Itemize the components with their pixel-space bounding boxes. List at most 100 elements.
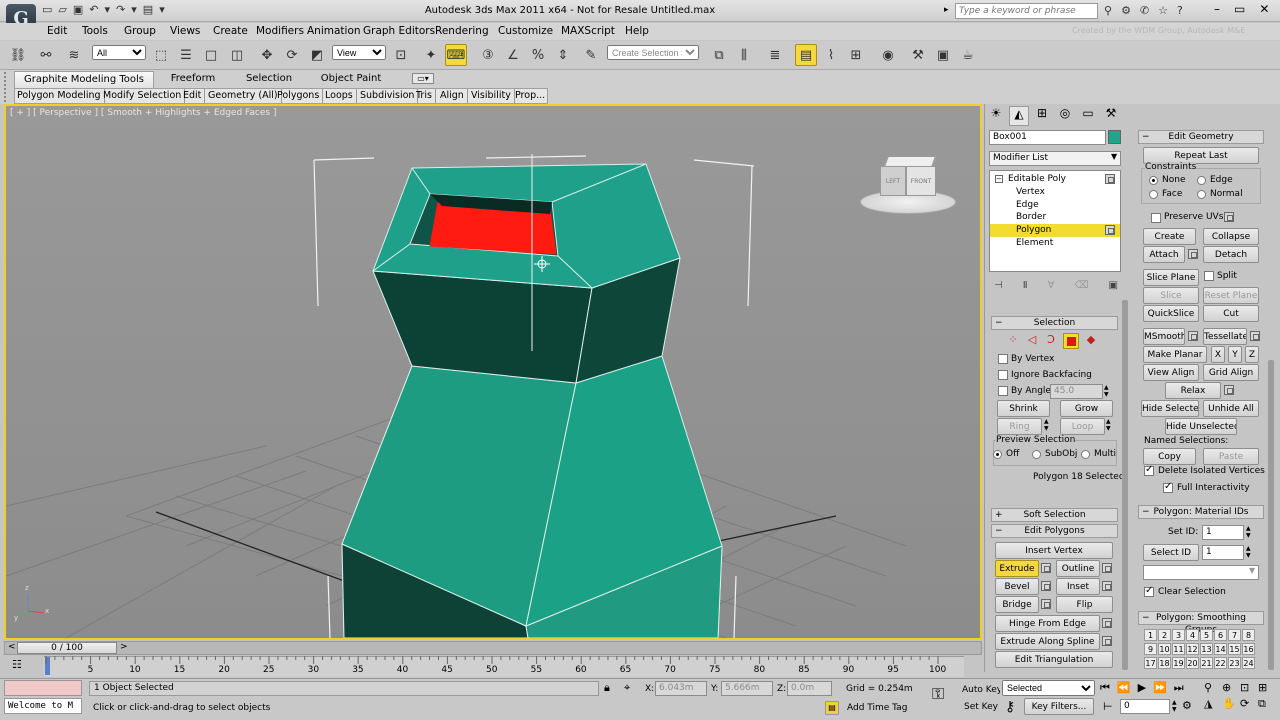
prev-frame-icon[interactable]: ⏪ (1117, 681, 1131, 695)
ring-button[interactable]: Ring (997, 418, 1042, 435)
hide-selected-button[interactable]: Hide Selected (1141, 400, 1199, 417)
time-slider-prev-icon[interactable]: < (8, 642, 16, 652)
stack-root-toggle[interactable] (1105, 174, 1115, 184)
undo-icon[interactable]: ↶ (89, 3, 98, 19)
menu-create[interactable]: Create (213, 25, 248, 37)
sg-button[interactable]: 22 (1214, 657, 1227, 669)
tessellate-settings-icon[interactable] (1250, 331, 1260, 341)
planar-z-button[interactable]: Z (1245, 346, 1259, 363)
material-name-dropdown[interactable] (1143, 565, 1259, 580)
menu-maxscript[interactable]: MAXScript (561, 25, 615, 37)
by-vertex-checkbox[interactable] (998, 354, 1008, 364)
select-id-spinner[interactable]: ▲ ▼ (1246, 545, 1251, 559)
sg-button[interactable]: 14 (1214, 643, 1227, 655)
maxscript-listener-pink[interactable] (4, 680, 82, 696)
remove-modifier-icon[interactable]: ⌫ (1074, 280, 1088, 291)
undo-dropdown-icon[interactable]: ▾ (105, 3, 111, 19)
scale-icon[interactable]: ◩ (306, 44, 328, 66)
schematic-view-icon[interactable]: ⊞ (845, 44, 867, 66)
loop-button[interactable]: Loop (1060, 418, 1105, 435)
pin-stack-icon[interactable]: ⊣ (994, 280, 1003, 291)
grid-align-button[interactable]: Grid Align (1203, 364, 1259, 381)
preview-multi-radio[interactable] (1081, 450, 1090, 459)
flip-button[interactable]: Flip (1056, 596, 1113, 613)
angle-spinner[interactable]: ▲ ▼ (1104, 384, 1109, 398)
sg-button[interactable]: 1 (1144, 629, 1157, 641)
reference-coordinate-select[interactable]: View (332, 45, 386, 60)
zoom-extents-all-icon[interactable]: ⊞ (1258, 681, 1276, 694)
select-id-field[interactable]: 1 (1202, 545, 1244, 560)
msmooth-settings-icon[interactable] (1188, 331, 1198, 341)
help-icon[interactable]: ? (1177, 4, 1183, 17)
current-frame-field[interactable]: 0 (1120, 699, 1170, 714)
viewcube-front-face[interactable]: FRONT (906, 166, 936, 196)
edit-triangulation-button[interactable]: Edit Triangulation (995, 651, 1113, 668)
quickslice-button[interactable]: QuickSlice (1143, 305, 1199, 322)
project-folder-icon[interactable]: ▤ (143, 3, 153, 19)
loop-spinner[interactable]: ▲ ▼ (1106, 418, 1111, 432)
ring-spinner[interactable]: ▲ ▼ (1044, 418, 1049, 432)
sg-button[interactable]: 13 (1200, 643, 1213, 655)
key-icon[interactable]: ⚿ (932, 684, 944, 704)
rotate-icon[interactable]: ⟳ (281, 44, 303, 66)
insert-vertex-button[interactable]: Insert Vertex (995, 542, 1113, 559)
menu-group[interactable]: Group (124, 25, 156, 37)
make-unique-icon[interactable]: ∀ (1048, 280, 1055, 291)
edit-polygons-rollout-header[interactable]: − Edit Polygons (991, 524, 1118, 538)
polygon-mode-icon[interactable] (1063, 333, 1079, 349)
edit-named-selection-icon[interactable]: ✎ (580, 44, 602, 66)
set-key-button[interactable]: Set Key (961, 698, 1001, 715)
select-id-button[interactable]: Select ID (1143, 544, 1199, 561)
layer-manager-icon[interactable]: ≣ (764, 44, 786, 66)
reset-plane-button[interactable]: Reset Plane (1203, 287, 1259, 304)
detach-button[interactable]: Detach (1203, 246, 1259, 263)
orbit-icon[interactable]: ⟳ (1240, 697, 1258, 711)
set-key-large-icon[interactable]: ⚷ (1005, 699, 1015, 715)
select-object-icon[interactable]: ⬚ (150, 44, 172, 66)
sg-button[interactable]: 24 (1242, 657, 1255, 669)
extrude-settings-icon[interactable] (1041, 563, 1051, 573)
create-tab-icon[interactable]: ☀ (986, 106, 1006, 126)
sg-button[interactable]: 12 (1186, 643, 1199, 655)
sg-button[interactable]: 9 (1144, 643, 1157, 655)
shrink-button[interactable]: Shrink (997, 400, 1050, 417)
sg-button[interactable]: 6 (1214, 629, 1227, 641)
y-coordinate-field[interactable]: 5.666m (721, 681, 773, 696)
menu-customize[interactable]: Customize (498, 25, 553, 37)
zoom-all-icon[interactable]: ⊕ (1222, 681, 1240, 694)
preserve-uvs-checkbox[interactable] (1151, 213, 1161, 223)
ignore-backfacing-checkbox[interactable] (998, 370, 1008, 380)
outline-button[interactable]: Outline (1056, 560, 1100, 577)
render-production-icon[interactable]: ☕ (957, 44, 979, 66)
constraint-edge-radio[interactable] (1197, 176, 1206, 185)
by-angle-checkbox[interactable] (998, 386, 1008, 396)
bind-spacewarp-icon[interactable]: ≋ (63, 44, 85, 66)
paste-button[interactable]: Paste (1203, 448, 1259, 465)
tab-freeform[interactable]: Freeform (160, 71, 226, 88)
preview-subobj-radio[interactable] (1032, 450, 1041, 459)
auto-key-button[interactable]: Auto Key (961, 681, 1001, 698)
hide-unselected-button[interactable]: Hide Unselected (1165, 418, 1237, 435)
maximize-icon[interactable]: ▭ (1234, 2, 1245, 16)
menu-animation[interactable]: Animation (307, 25, 361, 37)
border-mode-icon[interactable]: Ↄ (1044, 333, 1058, 349)
subtab-properties[interactable]: Prop... (512, 89, 548, 103)
menu-graph-editors[interactable]: Graph Editors (363, 25, 435, 37)
next-frame-icon[interactable]: ⏩ (1153, 681, 1167, 695)
hinge-settings-icon[interactable] (1102, 618, 1112, 628)
tessellate-button[interactable]: Tessellate (1203, 328, 1247, 345)
menu-rendering[interactable]: Rendering (435, 25, 489, 37)
edge-mode-icon[interactable]: ◁ (1025, 333, 1039, 349)
subtab-polygons[interactable]: Polygons (274, 89, 324, 103)
sg-button[interactable]: 16 (1242, 643, 1255, 655)
time-tag-icon[interactable]: ▤ (825, 701, 839, 715)
menu-edit[interactable]: Edit (47, 25, 67, 37)
viewcube-left-face[interactable]: LEFT (880, 166, 906, 196)
named-selection-select[interactable]: Create Selection Se (607, 45, 699, 60)
viewport-label[interactable]: [ + ] [ Perspective ] [ Smooth + Highlig… (10, 108, 276, 118)
unlink-icon[interactable]: ⚯ (35, 44, 57, 66)
menu-tools[interactable]: Tools (82, 25, 108, 37)
subtab-edit[interactable]: Edit (180, 89, 206, 103)
inset-settings-icon[interactable] (1102, 581, 1112, 591)
rendered-frame-icon[interactable]: ▣ (932, 44, 954, 66)
